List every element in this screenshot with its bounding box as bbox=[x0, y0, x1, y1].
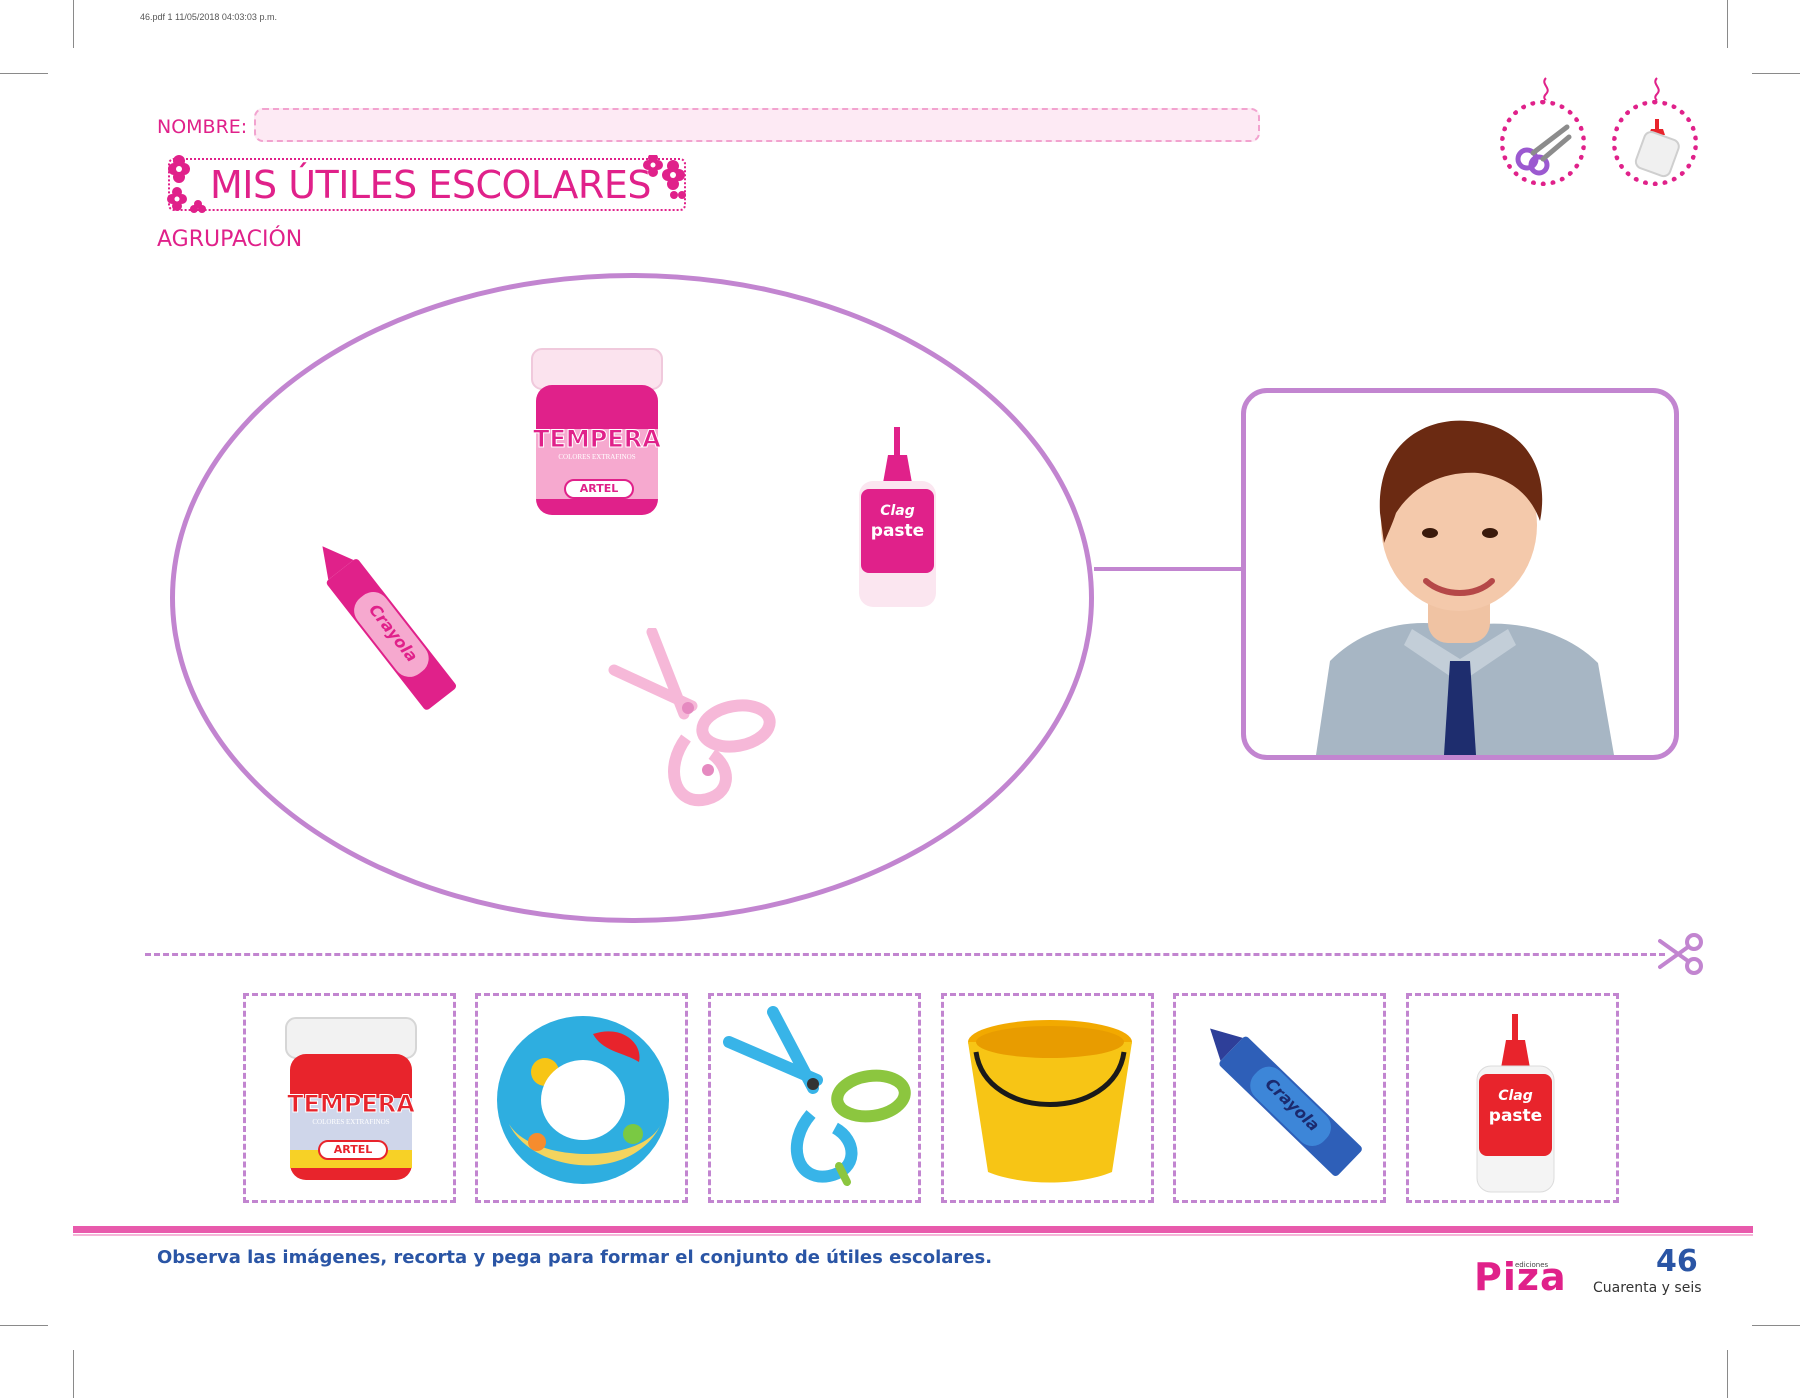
name-field[interactable] bbox=[254, 108, 1260, 142]
page-subtitle: AGRUPACIÓN bbox=[157, 227, 303, 252]
crop-mark bbox=[0, 1325, 48, 1326]
file-info: 46.pdf 1 11/05/2018 04:03:03 p.m. bbox=[140, 12, 277, 22]
set-tempera-jar: TEMPERA COLORES EXTRAFINOS ARTEL bbox=[530, 345, 664, 523]
name-label: NOMBRE: bbox=[157, 116, 248, 138]
cutout-crayon[interactable]: Crayola bbox=[1173, 993, 1386, 1203]
cutout-glue-bottle[interactable]: Clag paste bbox=[1406, 993, 1619, 1203]
glue-label: paste bbox=[870, 521, 925, 541]
crop-mark bbox=[1727, 0, 1728, 48]
glue-brand: Clag bbox=[1498, 1088, 1533, 1104]
crop-mark bbox=[0, 73, 48, 74]
title-banner: MIS ÚTILES ESCOLARES bbox=[160, 155, 688, 215]
glue-brand: Clag bbox=[880, 503, 915, 519]
page-number-words: Cuarenta y seis bbox=[1593, 1280, 1702, 1296]
scissors-cut-icon bbox=[1658, 933, 1703, 975]
cutout-bucket[interactable] bbox=[941, 993, 1154, 1203]
set-scissors-icon bbox=[608, 628, 776, 807]
set-glue-bottle: Clag paste bbox=[855, 425, 940, 610]
cutout-tempera-jar[interactable]: TEMPERA COLORES EXTRAFINOS ARTEL bbox=[243, 993, 456, 1203]
set-connector-line bbox=[1094, 567, 1242, 571]
crop-mark bbox=[1727, 1350, 1728, 1398]
glue-label: paste bbox=[1488, 1106, 1543, 1126]
instruction-text: Observa las imágenes, recorta y pega par… bbox=[157, 1247, 993, 1268]
page-title: MIS ÚTILES ESCOLARES bbox=[210, 163, 651, 207]
tempera-sublabel: COLORES EXTRAFINOS bbox=[558, 453, 636, 461]
crop-mark bbox=[73, 0, 74, 48]
bucket-icon bbox=[968, 1020, 1132, 1183]
tempera-brand: ARTEL bbox=[564, 479, 634, 499]
cutout-scissors[interactable] bbox=[708, 993, 921, 1203]
cutout-swim-ring[interactable] bbox=[475, 993, 688, 1203]
crop-mark bbox=[1752, 73, 1800, 74]
tempera-label: TEMPERA bbox=[287, 1090, 416, 1119]
scissors-icon bbox=[1500, 100, 1586, 186]
scissors-icon bbox=[723, 1006, 911, 1186]
swim-ring-icon bbox=[497, 1016, 669, 1184]
tempera-brand: ARTEL bbox=[318, 1140, 388, 1160]
boy-photo-frame bbox=[1241, 388, 1679, 760]
crayon-figure: Crayola bbox=[1189, 1007, 1375, 1189]
footer-divider bbox=[73, 1226, 1753, 1233]
tempera-sublabel: COLORES EXTRAFINOS bbox=[312, 1118, 390, 1126]
crop-mark bbox=[73, 1350, 74, 1398]
page-number: 46 bbox=[1656, 1244, 1698, 1279]
glue-icon bbox=[1612, 100, 1698, 186]
crop-mark bbox=[1752, 1325, 1800, 1326]
tempera-label: TEMPERA bbox=[533, 425, 662, 454]
publisher-logo: Piza bbox=[1474, 1255, 1567, 1299]
cut-dashed-line bbox=[145, 953, 1665, 956]
footer-divider bbox=[73, 1234, 1753, 1236]
boy-photo bbox=[1316, 420, 1614, 755]
